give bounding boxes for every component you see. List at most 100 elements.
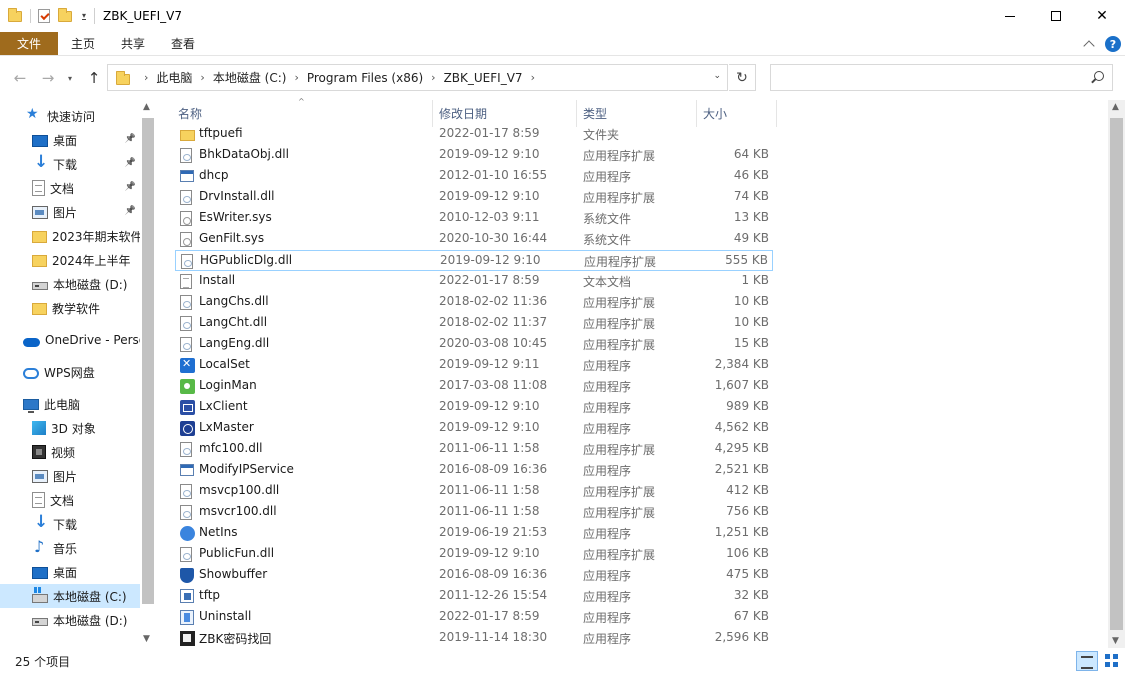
file-row[interactable]: LangChs.dll 2018-02-02 11:36 应用程序扩展 10 KB [175,292,773,313]
tab-view[interactable]: 查看 [158,32,208,55]
file-row[interactable]: DrvInstall.dll 2019-09-12 9:10 应用程序扩展 74 KB [175,187,773,208]
pin-icon: 📌 [124,158,136,168]
forward-arrow-icon[interactable]: → [38,68,58,88]
folder-icon[interactable] [8,7,22,22]
file-row[interactable]: msvcp100.dll 2011-06-11 1:58 应用程序扩展 412 KB [175,481,773,502]
file-size: 2,384 KB [714,357,769,371]
sidebar-item[interactable]: 图片 📌 [0,200,140,224]
file-row[interactable]: Uninstall 2022-01-17 8:59 应用程序 67 KB [175,607,773,628]
properties-icon[interactable] [38,9,50,23]
customize-toolbar-dropdown-icon[interactable]: ▾ [82,12,87,20]
sidebar-item[interactable]: WPS网盘 [0,360,140,384]
file-row[interactable]: LxMaster 2019-09-12 9:10 应用程序 4,562 KB [175,418,773,439]
music-icon [32,537,48,556]
chevron-right-icon[interactable]: › [531,71,535,84]
details-view-button[interactable] [1076,651,1098,671]
file-row[interactable]: Install 2022-01-17 8:59 文本文档 1 KB [175,271,773,292]
sidebar-item[interactable]: 文档 [0,488,140,512]
column-header-size[interactable]: 大小 [703,100,727,127]
help-icon[interactable]: ? [1105,36,1121,52]
file-name: mfc100.dll [199,441,263,455]
breadcrumb-current-folder[interactable]: ZBK_UEFI_V7 [444,71,523,85]
column-divider[interactable] [696,100,697,127]
sidebar-item[interactable]: 文档 📌 [0,176,140,200]
sidebar-item[interactable]: 图片 [0,464,140,488]
file-row[interactable]: NetIns 2019-06-19 21:53 应用程序 1,251 KB [175,523,773,544]
file-row[interactable]: tftp 2011-12-26 15:54 应用程序 32 KB [175,586,773,607]
new-folder-icon[interactable] [58,7,72,22]
column-divider[interactable] [576,100,577,127]
refresh-button[interactable]: ↻ [729,64,756,91]
sidebar-item[interactable]: 桌面 [0,560,140,584]
back-arrow-icon[interactable]: ← [10,68,30,88]
chevron-right-icon[interactable]: › [294,71,298,84]
file-row[interactable]: LangEng.dll 2020-03-08 10:45 应用程序扩展 15 KB [175,334,773,355]
file-row[interactable]: LoginMan 2017-03-08 11:08 应用程序 1,607 KB [175,376,773,397]
sidebar-item[interactable]: 下载 📌 [0,152,140,176]
sidebar-item[interactable]: 音乐 [0,536,140,560]
column-divider[interactable] [776,100,777,127]
column-divider[interactable] [432,100,433,127]
scroll-up-arrow-icon[interactable]: ▲ [143,102,150,112]
file-row[interactable]: msvcr100.dll 2011-06-11 1:58 应用程序扩展 756 KB [175,502,773,523]
maximize-button[interactable] [1033,0,1079,32]
file-row[interactable]: LocalSet 2019-09-12 9:11 应用程序 2,384 KB [175,355,773,376]
file-row[interactable]: HGPublicDlg.dll 2019-09-12 9:10 应用程序扩展 555 … [175,250,773,271]
file-row[interactable]: LxClient 2019-09-12 9:10 应用程序 989 KB [175,397,773,418]
tab-home[interactable]: 主页 [58,32,108,55]
column-header-type[interactable]: 类型 [583,100,607,127]
file-size: 756 KB [726,504,769,518]
sidebar-item[interactable]: 快速访问 [0,104,140,128]
file-row[interactable]: dhcp 2012-01-10 16:55 应用程序 46 KB [175,166,773,187]
search-input[interactable] [770,64,1113,91]
file-name: HGPublicDlg.dll [200,253,293,267]
breadcrumb-drive-c[interactable]: 本地磁盘 (C:) [213,69,287,86]
scroll-down-arrow-icon[interactable]: ▼ [1112,636,1119,646]
column-header-date[interactable]: 修改日期 [439,100,487,127]
recent-locations-chevron-icon[interactable]: ▾ [60,68,80,88]
sidebar-item[interactable]: 本地磁盘 (D:) [0,608,140,632]
file-row[interactable]: tftpuefi 2022-01-17 8:59 文件夹 [175,124,773,145]
sidebar-item[interactable]: 下载 [0,512,140,536]
breadcrumb-program-files[interactable]: Program Files (x86) [307,71,423,85]
file-row[interactable]: EsWriter.sys 2010-12-03 9:11 系统文件 13 KB [175,208,773,229]
sidebar-item[interactable]: 2023年期末软件 [0,224,140,248]
close-button[interactable]: ✕ [1079,0,1125,32]
chevron-right-icon[interactable]: › [144,71,148,84]
sidebar-item[interactable]: 本地磁盘 (C:) [0,584,140,608]
sidebar-item[interactable]: 此电脑 [0,392,140,416]
file-row[interactable]: ZBK密码找回 2019-11-14 18:30 应用程序 2,596 KB [175,628,773,649]
sidebar-item[interactable]: 2024年上半年 [0,248,140,272]
up-arrow-icon[interactable]: ↑ [84,68,104,88]
file-row[interactable]: LangCht.dll 2018-02-02 11:37 应用程序扩展 10 KB [175,313,773,334]
file-row[interactable]: mfc100.dll 2011-06-11 1:58 应用程序扩展 4,295 KB [175,439,773,460]
address-history-dropdown-icon[interactable]: ⌄ [713,71,721,81]
tab-file[interactable]: 文件 [0,32,58,55]
sidebar-item[interactable]: 视频 [0,440,140,464]
sidebar-item[interactable]: OneDrive - Personal [0,328,140,352]
address-row: ← → ▾ ↑ › 此电脑 › 本地磁盘 (C:) › Program File… [0,56,1125,100]
chevron-right-icon[interactable]: › [200,71,204,84]
file-row[interactable]: ModifyIPService 2016-08-09 16:36 应用程序 2,521… [175,460,773,481]
file-name: LocalSet [199,357,250,371]
file-row[interactable]: Showbuffer 2016-08-09 16:36 应用程序 475 KB [175,565,773,586]
tab-share[interactable]: 共享 [108,32,158,55]
address-bar[interactable]: › 此电脑 › 本地磁盘 (C:) › Program Files (x86) … [107,64,728,91]
chevron-right-icon[interactable]: › [431,71,435,84]
file-list-scrollbar-thumb[interactable] [1110,118,1123,630]
sidebar-item[interactable]: 桌面 📌 [0,128,140,152]
minimize-button[interactable] [987,0,1033,32]
expand-ribbon-icon[interactable] [1083,40,1095,52]
column-header-name[interactable]: 名称 [178,100,202,127]
file-row[interactable]: GenFilt.sys 2020-10-30 16:44 系统文件 49 KB [175,229,773,250]
navigation-scrollbar-thumb[interactable] [142,118,154,604]
file-row[interactable]: PublicFun.dll 2019-09-12 9:10 应用程序扩展 106 KB [175,544,773,565]
sidebar-item[interactable]: 3D 对象 [0,416,140,440]
large-icons-view-button[interactable] [1102,651,1122,671]
sidebar-item[interactable]: 本地磁盘 (D:) [0,272,140,296]
scroll-up-arrow-icon[interactable]: ▲ [1112,102,1119,112]
breadcrumb-this-pc[interactable]: 此电脑 [156,69,192,86]
sidebar-item[interactable]: 教学软件 [0,296,140,320]
file-row[interactable]: BhkDataObj.dll 2019-09-12 9:10 应用程序扩展 64 KB [175,145,773,166]
scroll-down-arrow-icon[interactable]: ▼ [143,634,150,644]
